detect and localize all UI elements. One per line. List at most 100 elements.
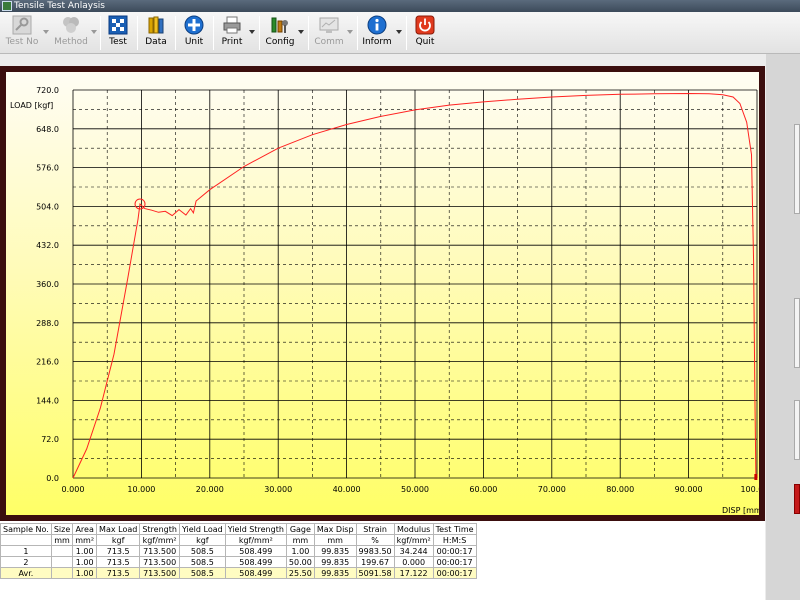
x-tick-label: 70.000: [538, 485, 566, 494]
print-button[interactable]: Print: [218, 15, 246, 51]
unit-button[interactable]: Unit: [180, 15, 208, 51]
x-tick-label: 0.000: [62, 485, 85, 494]
tick-labels: 0.000 10.000 20.000 30.000 40.000 50.000 60.00…: [36, 86, 759, 494]
test-label: Test: [109, 37, 127, 47]
comm-label: Comm: [314, 37, 344, 47]
unit-cell: [0, 534, 52, 546]
toolbar: Test No Method Test Data Unit Print Conf…: [0, 12, 800, 54]
table-cell: 1.00: [285, 545, 315, 557]
test-no-button[interactable]: Test No: [2, 15, 42, 51]
results-table-panel: Sample No. Size Area Max Load Strength Y…: [0, 521, 765, 600]
table-cell: 00:00:17: [432, 545, 477, 557]
key-icon: [12, 15, 32, 35]
unit-cell: kgf: [178, 534, 226, 546]
table-cell: 17.122: [393, 567, 434, 579]
unit-cell: kgf/mm²: [393, 534, 434, 546]
method-dropdown-arrow[interactable]: [91, 30, 97, 34]
side-panel-tab[interactable]: [794, 124, 800, 214]
unit-cell: mm²: [72, 534, 98, 546]
toolbar-separator: [213, 16, 214, 50]
table-cell: 99.835: [313, 567, 357, 579]
header-cell: Area: [72, 523, 98, 535]
inform-dropdown-arrow[interactable]: [396, 30, 402, 34]
x-axis-label: DISP [mm]: [722, 506, 759, 515]
x-tick-label: 10.000: [127, 485, 155, 494]
table-cell: 508.499: [224, 545, 287, 557]
table-cell: 0.000: [393, 556, 434, 568]
unit-cell: kgf/mm²: [224, 534, 287, 546]
x-tick-label: 40.000: [333, 485, 361, 494]
side-panel-tab[interactable]: [794, 400, 800, 460]
config-dropdown-arrow[interactable]: [298, 30, 304, 34]
table-header-row: Sample No. Size Area Max Load Strength Y…: [0, 523, 477, 535]
comm-dropdown-arrow[interactable]: [347, 30, 353, 34]
printer-icon: [223, 16, 241, 34]
toolbar-separator: [175, 16, 176, 50]
y-tick-label: 648.0: [36, 125, 59, 134]
info-icon: [367, 15, 387, 35]
y-tick-label: 720.0: [36, 86, 59, 95]
table-cell: 508.5: [178, 567, 226, 579]
app-window: Tensile Test Anlaysis Test No Method Tes…: [0, 0, 800, 600]
quit-button[interactable]: Quit: [411, 15, 439, 51]
y-tick-label: 360.0: [36, 280, 59, 289]
books-icon: [148, 16, 164, 34]
header-cell: Yield Load: [178, 523, 226, 535]
method-icon: [63, 17, 79, 33]
unit-cell: mm: [50, 534, 74, 546]
header-cell: Strength: [139, 523, 180, 535]
table-cell: 713.5: [96, 556, 141, 568]
data-button[interactable]: Data: [142, 15, 170, 51]
chart-plot-area[interactable]: 0.000 10.000 20.000 30.000 40.000 50.000 60.00…: [6, 72, 759, 515]
unit-cell: kgf/mm²: [139, 534, 180, 546]
side-panel-tab[interactable]: [794, 298, 800, 368]
load-displacement-chart[interactable]: 0.000 10.000 20.000 30.000 40.000 50.000 60.00…: [6, 72, 759, 515]
inform-button[interactable]: Inform: [361, 15, 393, 51]
x-tick-label: 60.000: [469, 485, 497, 494]
table-average-row[interactable]: Avr. 1.00 713.5 713.500 508.5 508.499 25…: [0, 567, 477, 579]
print-dropdown-arrow[interactable]: [249, 30, 255, 34]
method-label: Method: [54, 37, 88, 47]
grid-layer: [72, 89, 758, 479]
unit-cell: H:M:S: [432, 534, 477, 546]
table-cell: 99.835: [313, 545, 357, 557]
table-cell: 99.835: [313, 556, 357, 568]
side-panel-tab[interactable]: [794, 484, 800, 514]
x-tick-label: 90.000: [675, 485, 703, 494]
header-cell: Gage: [285, 523, 315, 535]
header-cell: Max Disp: [313, 523, 357, 535]
table-row[interactable]: 2 1.00 713.5 713.500 508.5 508.499 50.00…: [0, 556, 477, 568]
test-no-dropdown-arrow[interactable]: [43, 30, 49, 34]
plus-circle-icon: [184, 15, 204, 35]
table-unit-row: mm mm² kgf kgf/mm² kgf kgf/mm² mm mm % k…: [0, 534, 477, 546]
x-tick-label: 80.000: [606, 485, 634, 494]
header-cell: Max Load: [96, 523, 141, 535]
header-cell: Size: [50, 523, 74, 535]
test-button[interactable]: Test: [104, 15, 132, 51]
x-tick-label: 20.000: [196, 485, 224, 494]
header-cell: Strain: [355, 523, 395, 535]
table-row[interactable]: 1 1.00 713.5 713.500 508.5 508.499 1.00 …: [0, 545, 477, 557]
config-button[interactable]: Config: [264, 15, 296, 51]
table-cell: 00:00:17: [432, 556, 477, 568]
table-cell: 508.5: [178, 545, 226, 557]
comm-button[interactable]: Comm: [313, 15, 345, 51]
y-tick-label: 216.0: [36, 358, 59, 367]
method-button[interactable]: Method: [52, 15, 90, 51]
y-tick-label: 432.0: [36, 241, 59, 250]
unit-cell: mm: [313, 534, 357, 546]
table-cell: 1.00: [72, 545, 98, 557]
power-icon: [415, 15, 435, 35]
table-cell: [50, 556, 74, 568]
table-cell: 508.499: [224, 556, 287, 568]
table-cell: Avr.: [0, 567, 52, 579]
table-cell: 713.500: [139, 556, 180, 568]
header-cell: Sample No.: [0, 523, 52, 535]
y-axis-label: LOAD [kgf]: [10, 101, 53, 110]
y-tick-label: 72.0: [41, 435, 59, 444]
table-cell: 25.50: [285, 567, 315, 579]
toolbar-separator: [137, 16, 138, 50]
config-tools-icon: [271, 17, 288, 33]
table-cell: 1: [0, 545, 52, 557]
table-cell: 508.5: [178, 556, 226, 568]
